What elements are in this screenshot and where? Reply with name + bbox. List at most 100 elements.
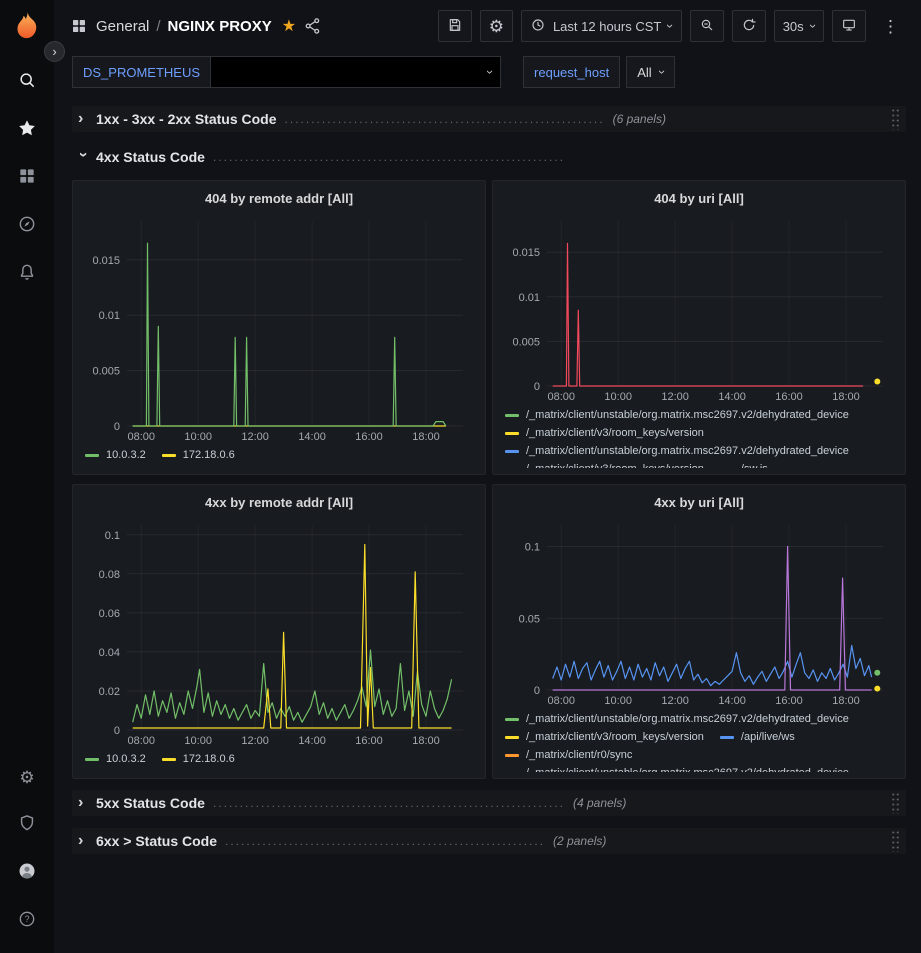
- row-title: 4xx Status Code: [96, 149, 205, 165]
- x-axis-tick-label: 14:00: [718, 695, 746, 707]
- series-point[interactable]: [874, 670, 880, 676]
- request-host-variable-label[interactable]: request_host: [523, 56, 620, 88]
- series-line[interactable]: [133, 650, 452, 722]
- apps-grid-icon[interactable]: [70, 17, 88, 35]
- chevron-right-icon: ›: [52, 44, 56, 59]
- row-panel-count: (6 panels): [613, 112, 666, 126]
- sidebar-item-search[interactable]: [7, 62, 47, 102]
- datasource-variable-label[interactable]: DS_PROMETHEUS: [72, 56, 211, 88]
- request-host-variable-value[interactable]: All ›: [626, 56, 675, 88]
- panel-title[interactable]: 4xx by remote addr [All]: [81, 489, 477, 515]
- y-axis-tick-label: 0.1: [105, 530, 120, 542]
- kebab-menu-button[interactable]: ⋮: [874, 10, 907, 42]
- legend-item[interactable]: 10.0.3.2: [85, 447, 146, 463]
- datasource-variable-value[interactable]: ›: [211, 56, 501, 88]
- legend-series-marker: [720, 468, 734, 469]
- legend-item[interactable]: 10.0.3.2: [85, 751, 146, 767]
- x-axis-tick-label: 18:00: [412, 431, 440, 443]
- time-range-label: Last 12 hours CST: [553, 19, 661, 34]
- refresh-button[interactable]: [732, 10, 766, 42]
- chart-404-by-remote-addr[interactable]: 08:0010:0012:0014:0016:0018:0000.0050.01…: [81, 211, 477, 444]
- avatar: [17, 861, 37, 886]
- tv-mode-button[interactable]: [832, 10, 866, 42]
- chevron-right-icon: ›: [78, 833, 88, 849]
- share-icon[interactable]: [304, 17, 322, 35]
- legend-series-label: /sw.js: [741, 461, 768, 468]
- sidebar-item-help[interactable]: ?: [7, 901, 47, 941]
- legend-item[interactable]: /_matrix/client/v3/room_keys/version: [505, 425, 704, 441]
- time-range-picker[interactable]: Last 12 hours CST ›: [521, 10, 682, 42]
- legend-series-label: /_matrix/client/v3/room_keys/version: [526, 729, 704, 745]
- sidebar-item-starred[interactable]: [7, 110, 47, 150]
- panel-title[interactable]: 4xx by uri [All]: [501, 489, 897, 515]
- legend-series-label: /_matrix/client/r0/sync: [526, 747, 632, 763]
- save-icon: [447, 17, 463, 36]
- row-drag-handle[interactable]: [891, 108, 900, 130]
- legend-item[interactable]: /_matrix/client/unstable/org.matrix.msc2…: [505, 407, 849, 423]
- legend-item[interactable]: /_matrix/client/unstable/org.matrix.msc2…: [505, 765, 849, 772]
- row-6xx[interactable]: › 6xx > Status Code ....................…: [72, 828, 906, 854]
- chevron-down-icon: ›: [657, 70, 667, 74]
- gear-icon: ⚙: [489, 18, 504, 35]
- breadcrumb-section[interactable]: General: [96, 18, 149, 35]
- x-axis-tick-label: 12:00: [241, 735, 269, 747]
- y-axis-tick-label: 0.01: [99, 310, 120, 322]
- sidebar-item-dashboards[interactable]: [7, 158, 47, 198]
- chart-4xx-by-remote-addr[interactable]: 08:0010:0012:0014:0016:0018:0000.020.040…: [81, 515, 477, 748]
- chart-404-by-uri[interactable]: 08:0010:0012:0014:0016:0018:0000.0050.01…: [501, 211, 897, 404]
- sidebar-item-profile[interactable]: [7, 853, 47, 893]
- legend-item[interactable]: 172.18.0.6: [162, 447, 235, 463]
- x-axis-tick-label: 18:00: [832, 391, 860, 403]
- zoom-out-time-button[interactable]: [690, 10, 724, 42]
- row-5xx[interactable]: › 5xx Status Code ......................…: [72, 790, 906, 816]
- legend-item[interactable]: /api/live/ws: [720, 729, 795, 745]
- legend-series-marker: [85, 454, 99, 457]
- row-title: 5xx Status Code: [96, 795, 205, 811]
- legend-item[interactable]: /_matrix/client/unstable/org.matrix.msc2…: [505, 711, 849, 727]
- refresh-interval-picker[interactable]: 30s ›: [774, 10, 824, 42]
- chart-legend: /_matrix/client/unstable/org.matrix.msc2…: [501, 708, 897, 772]
- legend-item[interactable]: /_matrix/client/r0/sync: [505, 747, 632, 763]
- x-axis-tick-label: 08:00: [547, 391, 575, 403]
- series-line[interactable]: [133, 243, 446, 426]
- x-axis-tick-label: 08:00: [127, 431, 155, 443]
- sidebar-expand-button[interactable]: ›: [44, 41, 65, 62]
- sidebar-item-explore[interactable]: [7, 206, 47, 246]
- sidebar-item-configuration[interactable]: ⚙: [7, 757, 47, 797]
- y-axis-tick-label: 0.01: [519, 292, 540, 304]
- chart-4xx-by-uri[interactable]: 08:0010:0012:0014:0016:0018:0000.050.1: [501, 515, 897, 708]
- sidebar-item-server-admin[interactable]: [7, 805, 47, 845]
- page-title[interactable]: NGINX PROXY: [168, 18, 272, 35]
- series-point[interactable]: [874, 686, 880, 692]
- request-host-value-text: All: [637, 65, 651, 80]
- legend-series-label: /api/live/ws: [741, 729, 795, 745]
- dashboard-settings-button[interactable]: ⚙: [480, 10, 513, 42]
- series-point[interactable]: [874, 379, 880, 385]
- sidebar-item-alerting[interactable]: [7, 254, 47, 294]
- row-drag-handle[interactable]: [891, 792, 900, 814]
- grafana-logo[interactable]: [11, 10, 43, 42]
- panel-title[interactable]: 404 by remote addr [All]: [81, 185, 477, 211]
- legend-series-label: 10.0.3.2: [106, 447, 146, 463]
- monitor-icon: [841, 17, 857, 36]
- panel-title[interactable]: 404 by uri [All]: [501, 185, 897, 211]
- legend-item[interactable]: /_matrix/client/v3/room_keys/version: [505, 729, 704, 745]
- legend-item[interactable]: /_matrix/client/v3/room_keys/version: [505, 461, 704, 468]
- series-line[interactable]: [553, 646, 872, 686]
- row-4xx[interactable]: › 4xx Status Code ......................…: [72, 144, 906, 170]
- legend-item[interactable]: /sw.js: [720, 461, 768, 468]
- favorite-star-icon[interactable]: ★: [282, 16, 296, 36]
- y-axis-tick-label: 0: [534, 381, 540, 393]
- save-dashboard-button[interactable]: [438, 10, 472, 42]
- shield-icon: [17, 813, 37, 838]
- row-drag-handle[interactable]: [891, 830, 900, 852]
- row-1xx-3xx-2xx[interactable]: › 1xx - 3xx - 2xx Status Code ..........…: [72, 106, 906, 132]
- legend-series-label: 172.18.0.6: [183, 751, 235, 767]
- y-axis-tick-label: 0.08: [99, 569, 120, 581]
- x-axis-tick-label: 16:00: [775, 695, 803, 707]
- series-line[interactable]: [553, 243, 863, 386]
- chevron-right-icon: ›: [78, 111, 88, 127]
- legend-item[interactable]: /_matrix/client/unstable/org.matrix.msc2…: [505, 443, 849, 459]
- x-axis-tick-label: 18:00: [832, 695, 860, 707]
- legend-item[interactable]: 172.18.0.6: [162, 751, 235, 767]
